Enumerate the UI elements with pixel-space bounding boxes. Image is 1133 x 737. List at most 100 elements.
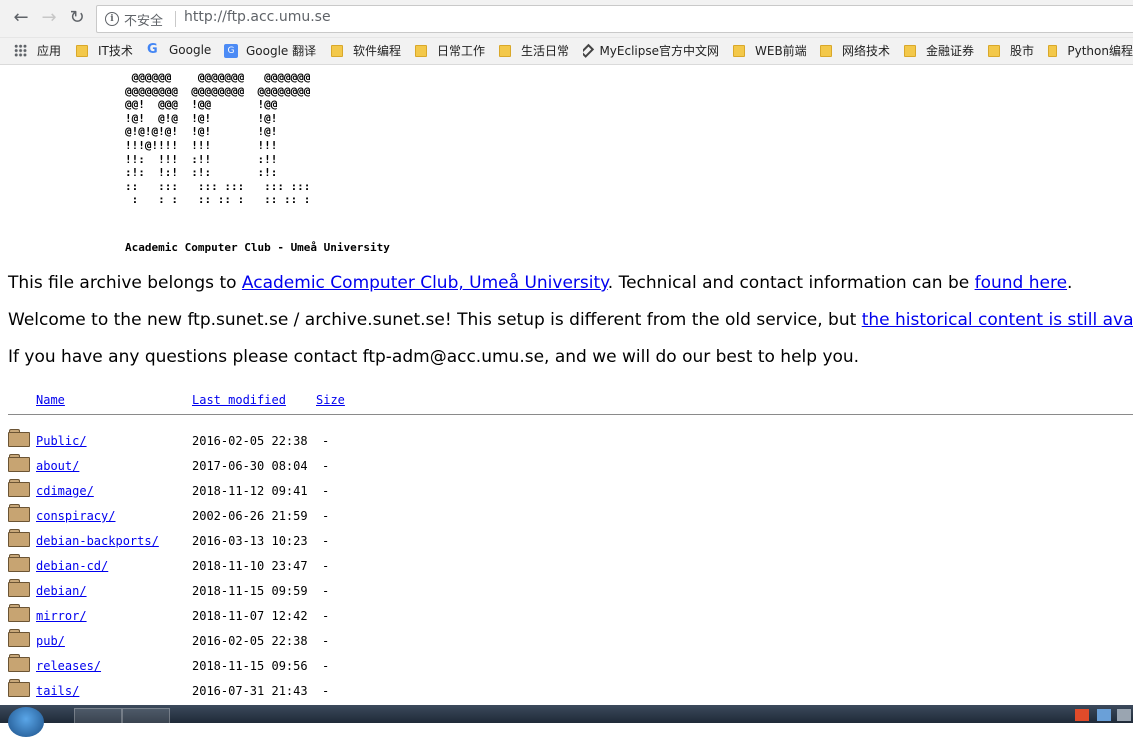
bookmark-label: Google 翻译 — [246, 44, 317, 58]
bookmark-software[interactable]: 软件编程 — [331, 42, 401, 59]
file-size: - — [322, 634, 330, 648]
file-name-link[interactable]: about/ — [36, 459, 79, 473]
bookmark-life[interactable]: 生活日常 — [499, 42, 569, 59]
table-row: pub/2016-02-05 22:38- — [8, 629, 908, 655]
folder-icon — [8, 429, 30, 447]
folder-icon — [415, 44, 427, 57]
folder-icon — [1048, 44, 1058, 57]
found-here-link[interactable]: found here — [975, 273, 1067, 293]
file-name-link[interactable]: debian/ — [36, 584, 87, 598]
bookmark-google[interactable]: G Google — [147, 42, 211, 57]
bookmark-it[interactable]: IT技术 — [76, 42, 133, 59]
file-size: - — [322, 459, 330, 473]
intro-text: . Technical and contact information can … — [607, 273, 975, 293]
browser-toolbar: ← → ↻ i 不安全 http://ftp.acc.umu.se — [0, 0, 1133, 38]
google-icon: G — [147, 42, 158, 57]
last-modified: 2002-06-26 21:59 — [192, 509, 308, 523]
column-header-name[interactable]: Name — [36, 393, 65, 407]
folder-icon — [8, 679, 30, 697]
page-content: @@@@@@ @@@@@@@ @@@@@@@ @@@@@@@@ @@@@@@@@… — [0, 65, 1133, 705]
divider — [175, 11, 176, 27]
intro-text: This file archive belongs to — [8, 273, 242, 293]
bookmark-label: 日常工作 — [437, 44, 486, 58]
bookmark-label: Python编程 — [1067, 44, 1133, 58]
folder-icon — [904, 44, 916, 57]
bookmark-label: 股市 — [1010, 44, 1035, 58]
tray-icon[interactable] — [1097, 709, 1111, 721]
tray-icon[interactable] — [1075, 709, 1089, 721]
bookmark-apps[interactable]: 应用 — [14, 42, 61, 59]
bookmark-label: WEB前端 — [755, 44, 807, 58]
header-divider — [8, 414, 1133, 415]
bookmark-label: 网络技术 — [842, 44, 891, 58]
welcome-text: Welcome to the new ftp.sunet.se / archiv… — [8, 310, 862, 330]
sort-modified-link[interactable]: Last modified — [192, 393, 286, 407]
last-modified: 2018-11-07 12:42 — [192, 609, 308, 623]
intro-paragraph: This file archive belongs to Academic Co… — [8, 273, 1072, 293]
file-size: - — [322, 534, 330, 548]
bookmark-finance[interactable]: 金融证券 — [904, 42, 974, 59]
reload-button[interactable]: ↻ — [65, 6, 89, 30]
bookmark-web[interactable]: WEB前端 — [733, 42, 807, 59]
bookmark-label: IT技术 — [98, 44, 133, 58]
sort-size-link[interactable]: Size — [316, 393, 345, 407]
last-modified: 2016-07-31 21:43 — [192, 684, 308, 698]
table-row: releases/2018-11-15 09:56- — [8, 654, 908, 680]
tray-icon[interactable] — [1117, 709, 1131, 721]
file-name-link[interactable]: tails/ — [36, 684, 79, 698]
file-size: - — [322, 584, 330, 598]
file-name-link[interactable]: cdimage/ — [36, 484, 94, 498]
file-name-link[interactable]: debian-cd/ — [36, 559, 108, 573]
bookmark-label: Google — [169, 42, 212, 57]
file-name-link[interactable]: Public/ — [36, 434, 87, 448]
info-icon[interactable]: i — [105, 12, 119, 26]
back-button[interactable]: ← — [9, 6, 33, 30]
bookmark-myeclipse[interactable]: MyEclipse官方中文网 — [583, 42, 719, 59]
start-button[interactable] — [8, 707, 44, 737]
forward-button[interactable]: → — [37, 6, 61, 30]
sort-name-link[interactable]: Name — [36, 393, 65, 407]
contact-paragraph: If you have any questions please contact… — [8, 347, 860, 367]
last-modified: 2016-02-05 22:38 — [192, 634, 308, 648]
file-size: - — [322, 559, 330, 573]
folder-icon — [988, 44, 1000, 57]
file-name-link[interactable]: debian-backports/ — [36, 534, 159, 548]
security-label[interactable]: 不安全 — [124, 10, 163, 29]
last-modified: 2018-11-15 09:56 — [192, 659, 308, 673]
file-name-link[interactable]: pub/ — [36, 634, 65, 648]
bookmark-work[interactable]: 日常工作 — [415, 42, 485, 59]
last-modified: 2018-11-15 09:59 — [192, 584, 308, 598]
address-bar[interactable]: i 不安全 http://ftp.acc.umu.se — [96, 5, 1133, 33]
taskbar-chrome[interactable] — [74, 708, 122, 725]
table-row: mirror/2018-11-07 12:42- — [8, 604, 908, 630]
file-size: - — [322, 434, 330, 448]
folder-icon — [331, 44, 343, 57]
last-modified: 2017-06-30 08:04 — [192, 459, 308, 473]
bookmark-network[interactable]: 网络技术 — [820, 42, 890, 59]
taskbar-app[interactable] — [122, 708, 170, 725]
table-row: tails/2016-07-31 21:43- — [8, 679, 908, 705]
last-modified: 2016-02-05 22:38 — [192, 434, 308, 448]
table-row: debian-cd/2018-11-10 23:47- — [8, 554, 908, 580]
file-name-link[interactable]: conspiracy/ — [36, 509, 115, 523]
historical-content-link[interactable]: the historical content is still availabl… — [862, 310, 1133, 330]
acc-link[interactable]: Academic Computer Club, Umeå University — [242, 273, 608, 293]
folder-icon — [8, 529, 30, 547]
myeclipse-icon — [583, 43, 595, 58]
file-name-link[interactable]: mirror/ — [36, 609, 87, 623]
table-row: Public/2016-02-05 22:38- — [8, 429, 908, 455]
column-header-modified[interactable]: Last modified — [192, 393, 286, 407]
folder-icon — [8, 479, 30, 497]
bookmark-google-translate[interactable]: G Google 翻译 — [224, 42, 316, 59]
file-name-link[interactable]: releases/ — [36, 659, 101, 673]
folder-icon — [499, 44, 511, 57]
bookmark-python[interactable]: Python编程 — [1048, 42, 1133, 59]
apps-icon — [14, 44, 27, 57]
bookmark-stocks[interactable]: 股市 — [988, 42, 1034, 59]
taskbar — [0, 705, 1133, 737]
url-text[interactable]: http://ftp.acc.umu.se — [184, 9, 331, 25]
column-header-size[interactable]: Size — [316, 393, 345, 407]
file-size: - — [322, 684, 330, 698]
folder-icon — [8, 454, 30, 472]
table-row: debian/2018-11-15 09:59- — [8, 579, 908, 605]
